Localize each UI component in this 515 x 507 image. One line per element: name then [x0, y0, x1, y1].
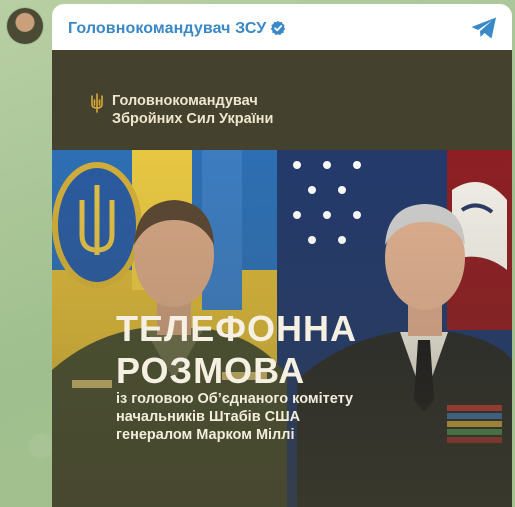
message-bubble: Головнокомандувач ЗСУ Головнокомандувач …: [52, 4, 512, 507]
post-image[interactable]: Головнокомандувач Збройних Сил України Т…: [52, 50, 512, 507]
subtitle-line3: генералом Марком Міллі: [116, 427, 295, 443]
subtitle: із головою Об’єднаного комітету начальни…: [116, 390, 353, 444]
channel-avatar[interactable]: [7, 8, 43, 44]
subtitle-line1: із головою Об’єднаного комітету: [116, 391, 354, 407]
trident-icon: [91, 93, 103, 113]
org-name-line2: Збройних Сил України: [112, 111, 274, 127]
headline: ТЕЛЕФОННА РОЗМОВА: [116, 308, 357, 392]
message-header: Головнокомандувач ЗСУ: [52, 4, 512, 50]
org-name: Головнокомандувач Збройних Сил України: [112, 92, 273, 128]
telegram-share-icon[interactable]: [470, 16, 498, 40]
emblem-row: Головнокомандувач Збройних Сил України: [90, 92, 273, 128]
org-name-line1: Головнокомандувач: [112, 93, 258, 109]
channel-name-text: Головнокомандувач ЗСУ: [68, 20, 267, 37]
verified-badge-icon: [271, 20, 286, 36]
subtitle-line2: начальників Штабів США: [116, 409, 301, 425]
channel-name-link[interactable]: Головнокомандувач ЗСУ: [68, 20, 286, 38]
headline-line1: ТЕЛЕФОННА: [116, 308, 357, 349]
headline-line2: РОЗМОВА: [116, 350, 306, 391]
